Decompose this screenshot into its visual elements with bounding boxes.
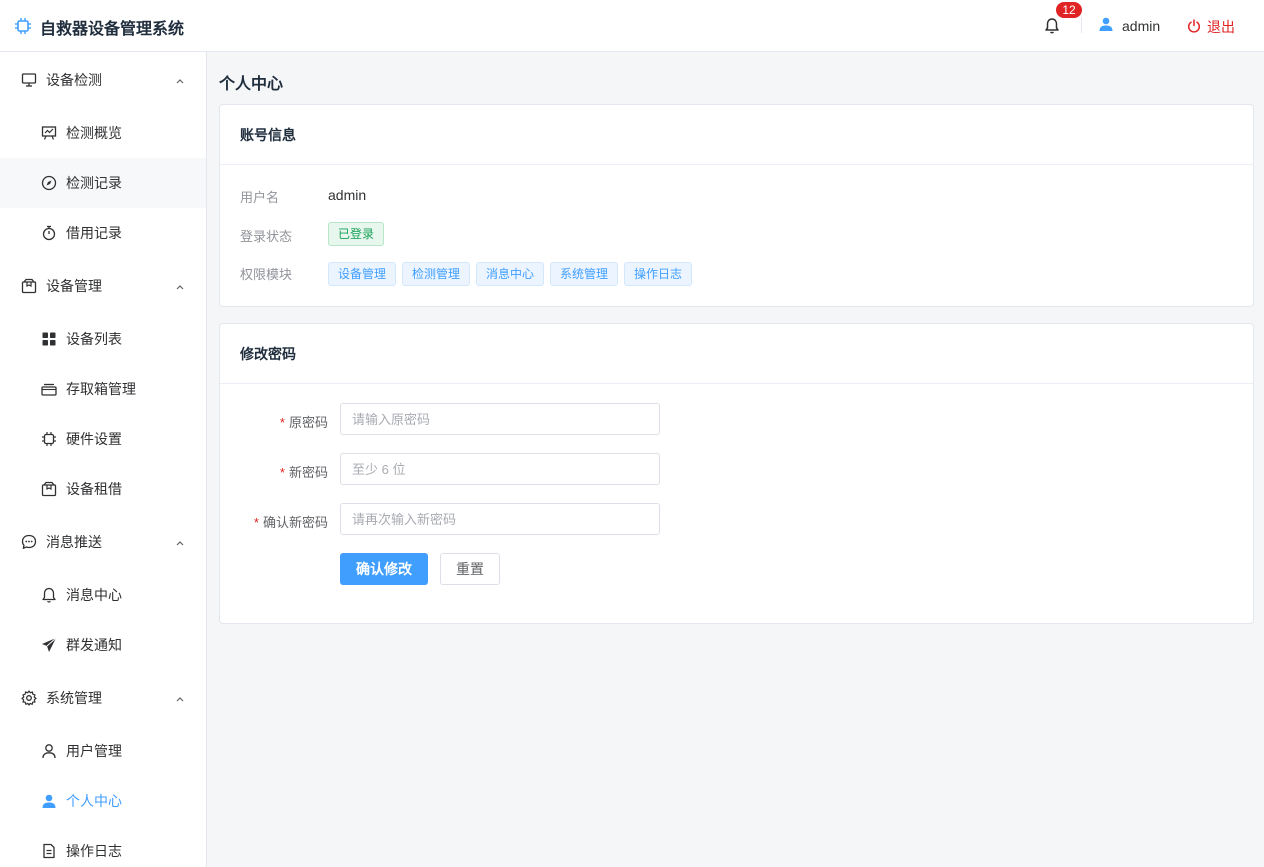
new-password-label-text: 新密码 bbox=[288, 465, 328, 480]
sidebar: 设备检测 检测概览 检测记录 借用记录 设备管理 设备列表 存取箱管理 硬件设置… bbox=[0, 52, 207, 867]
login-status-tag: 已登录 bbox=[328, 222, 385, 246]
confirm-password-label-text: 确认新密码 bbox=[262, 515, 328, 530]
monitor-icon bbox=[20, 71, 38, 89]
logout-button[interactable]: 退出 bbox=[1187, 17, 1235, 37]
required-mark: * bbox=[253, 515, 259, 530]
sidebar-item-label: 检测记录 bbox=[66, 175, 122, 191]
sidebar-group-device-inspection[interactable]: 设备检测 bbox=[0, 55, 206, 105]
user-menu[interactable]: admin bbox=[1098, 16, 1160, 35]
username-field-label: 用户名 bbox=[240, 190, 280, 205]
stopwatch-icon bbox=[40, 224, 58, 242]
sidebar-item-label: 个人中心 bbox=[66, 793, 122, 809]
old-password-label: * 原密码 bbox=[220, 412, 328, 431]
account-info-title: 账号信息 bbox=[220, 105, 1253, 165]
sidebar-item-hardware-settings[interactable]: 硬件设置 bbox=[0, 414, 206, 464]
bell-icon bbox=[40, 586, 58, 604]
sidebar-item-inspection-overview[interactable]: 检测概览 bbox=[0, 108, 206, 158]
user-filled-icon bbox=[40, 792, 58, 810]
permission-tag: 消息中心 bbox=[476, 262, 545, 286]
account-info-card: 账号信息 用户名 admin 登录状态 已登录 权限模块 设备管理 检测管理 消… bbox=[219, 104, 1254, 307]
sidebar-group-label: 设备管理 bbox=[46, 278, 102, 294]
chat-icon bbox=[20, 533, 38, 551]
page-title: 个人中心 bbox=[219, 76, 284, 93]
old-password-label-text: 原密码 bbox=[288, 415, 328, 430]
sidebar-item-label: 消息中心 bbox=[66, 587, 122, 603]
user-filled-icon bbox=[1098, 16, 1114, 35]
sidebar-item-borrow-records[interactable]: 借用记录 bbox=[0, 208, 206, 258]
confirm-change-button[interactable]: 确认修改 bbox=[340, 553, 428, 585]
notification-count-badge: 12 bbox=[1056, 2, 1082, 18]
chip-icon bbox=[40, 430, 58, 448]
username-label: admin bbox=[1122, 17, 1161, 34]
permission-tag: 检测管理 bbox=[402, 262, 471, 286]
new-password-label: * 新密码 bbox=[220, 462, 328, 481]
grid-icon bbox=[40, 330, 58, 348]
send-icon bbox=[40, 636, 58, 654]
sidebar-item-label: 操作日志 bbox=[66, 843, 122, 859]
sidebar-item-message-center[interactable]: 消息中心 bbox=[0, 570, 206, 620]
sidebar-item-label: 检测概览 bbox=[66, 125, 122, 141]
logout-label: 退出 bbox=[1207, 19, 1235, 35]
permission-tag: 设备管理 bbox=[328, 262, 397, 286]
chevron-up-icon bbox=[174, 692, 186, 704]
box-icon bbox=[20, 277, 38, 295]
confirm-password-label: * 确认新密码 bbox=[220, 512, 328, 531]
sidebar-item-label: 借用记录 bbox=[66, 225, 122, 241]
sidebar-item-inspection-records[interactable]: 检测记录 bbox=[0, 158, 206, 208]
sidebar-item-device-list[interactable]: 设备列表 bbox=[0, 314, 206, 364]
sidebar-item-label: 群发通知 bbox=[66, 637, 122, 653]
permission-tag: 系统管理 bbox=[550, 262, 619, 286]
chevron-up-icon bbox=[174, 536, 186, 548]
sidebar-item-locker-management[interactable]: 存取箱管理 bbox=[0, 364, 206, 414]
username-value: admin bbox=[328, 187, 367, 203]
sidebar-item-label: 设备租借 bbox=[66, 481, 122, 497]
required-mark: * bbox=[279, 465, 285, 480]
sidebar-item-device-rental[interactable]: 设备租借 bbox=[0, 464, 206, 514]
gear-icon bbox=[20, 689, 38, 707]
top-header: 自救器设备管理系统 12 admin 退出 bbox=[0, 0, 1264, 52]
notification-bell-icon[interactable] bbox=[1044, 17, 1060, 35]
chip-logo-icon bbox=[14, 17, 32, 38]
required-mark: * bbox=[279, 415, 285, 430]
sidebar-group-label: 系统管理 bbox=[46, 690, 102, 706]
brand: 自救器设备管理系统 bbox=[14, 15, 184, 39]
sidebar-item-operation-log[interactable]: 操作日志 bbox=[0, 826, 206, 867]
power-icon bbox=[1187, 18, 1201, 36]
app-title: 自救器设备管理系统 bbox=[40, 21, 185, 38]
sidebar-item-user-management[interactable]: 用户管理 bbox=[0, 726, 206, 776]
reset-button[interactable]: 重置 bbox=[440, 553, 500, 585]
change-password-title: 修改密码 bbox=[220, 324, 1253, 384]
chart-board-icon bbox=[40, 124, 58, 142]
sidebar-group-label: 消息推送 bbox=[46, 534, 102, 550]
sidebar-group-message-push[interactable]: 消息推送 bbox=[0, 517, 206, 567]
new-password-input[interactable] bbox=[340, 453, 660, 485]
sidebar-item-label: 用户管理 bbox=[66, 743, 122, 759]
sidebar-item-broadcast-notice[interactable]: 群发通知 bbox=[0, 620, 206, 670]
confirm-password-input[interactable] bbox=[340, 503, 660, 535]
tray-icon bbox=[40, 380, 58, 398]
permission-tag: 操作日志 bbox=[624, 262, 693, 286]
compass-icon bbox=[40, 174, 58, 192]
sidebar-item-label: 存取箱管理 bbox=[66, 381, 136, 397]
permission-modules-label: 权限模块 bbox=[240, 267, 293, 282]
document-icon bbox=[40, 842, 58, 860]
change-password-card: 修改密码 * 原密码 * 新密码 * 确认新密码 确认修改 重置 bbox=[219, 323, 1254, 624]
chevron-up-icon bbox=[174, 280, 186, 292]
sidebar-item-label: 硬件设置 bbox=[66, 431, 122, 447]
header-divider bbox=[1081, 17, 1082, 33]
login-status-label: 登录状态 bbox=[240, 229, 293, 244]
sidebar-group-device-management[interactable]: 设备管理 bbox=[0, 261, 206, 311]
package-icon bbox=[40, 480, 58, 498]
user-outline-icon bbox=[40, 742, 58, 760]
sidebar-item-personal-center[interactable]: 个人中心 bbox=[0, 776, 206, 826]
sidebar-item-label: 设备列表 bbox=[66, 331, 122, 347]
sidebar-group-system-management[interactable]: 系统管理 bbox=[0, 673, 206, 723]
sidebar-group-label: 设备检测 bbox=[46, 72, 102, 88]
chevron-up-icon bbox=[174, 74, 186, 86]
old-password-input[interactable] bbox=[340, 403, 660, 435]
